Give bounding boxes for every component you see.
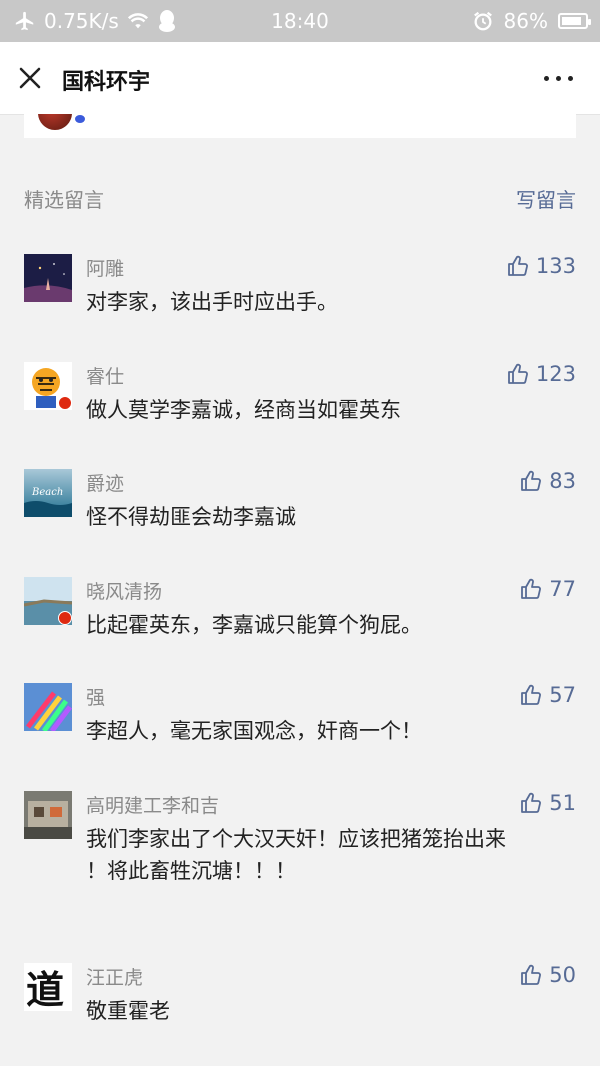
commenter-name: 晓风清扬 [86, 581, 163, 603]
thumbs-up-icon [521, 792, 542, 813]
like-count: 133 [535, 254, 576, 278]
comment-text: 李超人，毫无家国观念，奸商一个！ [86, 719, 422, 743]
like-count: 57 [549, 683, 576, 707]
like-count: 77 [549, 577, 576, 601]
avatar[interactable] [24, 791, 72, 839]
featured-comments-label: 精选留言 [24, 188, 104, 212]
status-bar: 0.75K/s 18:40 86% [0, 0, 600, 42]
card-thumbnail [38, 114, 72, 130]
thumbs-up-icon [521, 578, 542, 599]
thumbs-up-icon [521, 470, 542, 491]
previous-content-card [24, 114, 576, 138]
like-button[interactable]: 57 [519, 683, 576, 707]
thumbs-up-icon [521, 684, 542, 705]
like-count: 83 [549, 469, 576, 493]
avatar-lettering: Beach [31, 487, 63, 498]
avatar[interactable] [24, 254, 72, 302]
commenter-name: 爵迹 [86, 473, 125, 495]
commenter-name: 汪正虎 [86, 967, 144, 989]
commenter-name: 高明建工李和吉 [86, 795, 220, 817]
avatar[interactable] [24, 577, 72, 625]
like-button[interactable]: 51 [519, 791, 576, 815]
like-button[interactable]: 50 [519, 963, 576, 987]
more-icon[interactable] [544, 68, 574, 88]
comment-text: 敬重霍老 [86, 999, 170, 1023]
comment-text: 怪不得劫匪会劫李嘉诚 [86, 505, 296, 529]
like-button[interactable]: 123 [506, 362, 576, 386]
comment-text: 对李家，该出手时应出手。 [86, 290, 338, 314]
commenter-name: 阿雕 [86, 258, 125, 280]
avatar-lettering: 道 [26, 967, 64, 1011]
battery-percent: 86% [503, 9, 548, 33]
page-title: 国科环宇 [62, 70, 151, 95]
avatar[interactable]: 道 [24, 963, 72, 1011]
comment-text: 做人莫学李嘉诚，经商当如霍英东 [86, 398, 401, 422]
avatar[interactable] [24, 683, 72, 731]
comment-text: 比起霍英东，李嘉诚只能算个狗屁。 [86, 613, 422, 637]
avatar[interactable] [24, 362, 72, 410]
thumbs-up-icon [508, 255, 528, 276]
card-badge [74, 114, 86, 124]
thumbs-up-icon [521, 964, 542, 985]
commenter-name: 强 [86, 687, 106, 709]
top-navigation-bar: 国科环宇 [0, 42, 600, 115]
commenter-name: 睿仕 [86, 366, 125, 388]
alarm-icon [473, 11, 492, 31]
comments-section-header: 精选留言 写留言 [24, 184, 576, 212]
like-button[interactable]: 83 [519, 469, 576, 493]
avatar[interactable]: Beach [24, 469, 72, 517]
like-button[interactable]: 133 [506, 254, 576, 278]
comment-text: 我们李家出了个大汉天奸！应该把猪笼抬出来 ！将此畜牲沉塘！！！ [86, 827, 506, 883]
like-count: 51 [549, 791, 576, 815]
battery-icon [558, 13, 591, 29]
thumbs-up-icon [508, 363, 528, 384]
like-button[interactable]: 77 [519, 577, 576, 601]
like-count: 123 [535, 362, 576, 386]
status-right: 86% [472, 9, 591, 33]
flag-badge [58, 396, 72, 410]
close-icon[interactable] [16, 64, 44, 92]
write-comment-link[interactable]: 写留言 [516, 184, 576, 213]
like-count: 50 [549, 963, 576, 987]
flag-badge [58, 611, 72, 625]
